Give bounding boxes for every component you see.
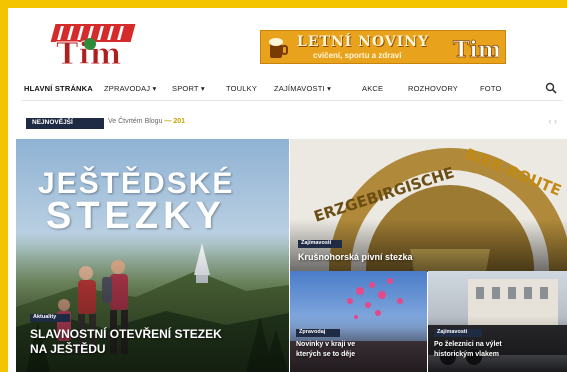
ticker-badge: NEJNOVĚJŠÍ [26,118,104,129]
category-badge[interactable]: Zajímavosti [298,240,342,248]
ticker-headline[interactable]: Ve Čtvrtém Blogu — 201 [108,118,185,125]
nav-item-interesting[interactable]: ZAJÍMAVOSTI ▾ [274,84,331,93]
category-badge-label: Aktuality [33,314,57,320]
banner-subtitle: cvičení, sportu a zdraví [313,51,402,60]
banner-logo: Tim [449,35,499,61]
ticker-text: Ve Čtvrtém Blogu [108,118,163,125]
nav-item-trips[interactable]: TOULKY [226,84,257,93]
nav-item-interviews[interactable]: ROZHOVORY [408,84,458,93]
article-tile-balloons[interactable]: Zpravodaj Novinky v kraji ve kterých se … [290,271,427,372]
ticker-arrows[interactable]: ‹ › [549,116,558,126]
category-badge[interactable]: Zajímavosti [434,329,482,337]
banner-logo-text: Tim [453,37,499,61]
article-title-line2[interactable]: kterých se to děje [296,351,355,358]
article-title-line2[interactable]: historickým vlakem [434,351,499,358]
nav-item-home[interactable]: HLAVNÍ STRÁNKA [24,84,93,93]
featured-article-jested[interactable]: JEŠTĚDSKÉ STEZKY Aktuality SLAVNOSTNÍ OT… [16,139,289,372]
corner-decoration [507,8,567,26]
category-badge-label: Zpravodaj [299,329,326,335]
featured-article-beer-route[interactable]: ERZGEBIRGISCHE BIER-ROUTE Zajímavosti Kr… [290,139,567,272]
category-badge[interactable]: Zpravodaj [296,329,340,337]
beer-icon [269,38,288,58]
main-navigation: HLAVNÍ STRÁNKA ZPRAVODAJ ▾ SPORT ▾ TOULK… [8,80,567,98]
category-badge-label: Zajímavosti [301,240,332,246]
search-icon[interactable] [545,82,557,94]
ticker-badge-label: NEJNOVĚJŠÍ [32,119,73,126]
category-badge-label: Zajímavosti [437,329,468,335]
nav-item-sport[interactable]: SPORT ▾ [172,84,205,93]
hero-title-line2: STEZKY [46,195,226,237]
article-title-line2[interactable]: NA JEŠTĚDU [30,342,106,356]
nav-item-news[interactable]: ZPRAVODAJ ▾ [104,84,157,93]
category-badge[interactable]: Aktuality [30,314,70,322]
article-title-line1[interactable]: SLAVNOSTNÍ OTEVŘENÍ STEZEK [30,327,222,341]
article-tile-train[interactable]: Zajímavosti Po železnici na výlet histor… [428,271,567,372]
article-title-line1[interactable]: Novinky v kraji ve [296,341,355,348]
nav-item-events[interactable]: AKCE [362,84,383,93]
site-logo[interactable]: Tim [48,22,140,68]
ticker-highlight: — 201 [164,118,186,125]
summer-news-banner[interactable]: LETNÍ NOVINY cvičení, sportu a zdraví Ti… [260,30,506,64]
banner-title: LETNÍ NOVINY [297,34,430,50]
page-frame: Tim LETNÍ NOVINY cvičení, sportu a zdrav… [8,8,567,372]
article-title[interactable]: Krušnohorská pivní stezka [298,252,413,262]
nav-divider [22,100,562,101]
article-title-line1[interactable]: Po železnici na výlet [434,341,502,348]
nav-item-photo[interactable]: FOTO [480,84,502,93]
